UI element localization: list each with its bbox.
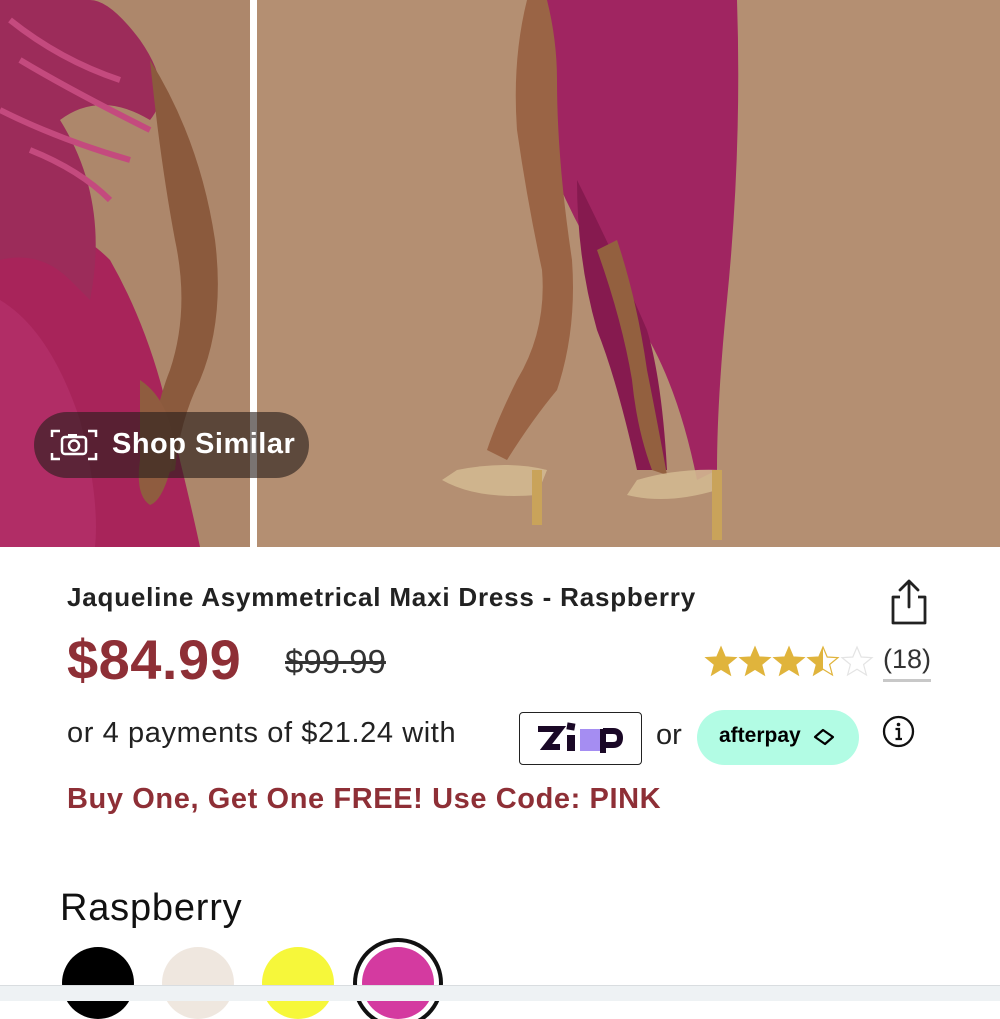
selected-color-label: Raspberry xyxy=(60,887,243,929)
product-image-gallery[interactable]: Shop Similar xyxy=(0,0,1000,547)
installment-text: or 4 payments of $21.24 with xyxy=(67,717,457,749)
share-icon[interactable] xyxy=(888,577,930,627)
sale-price: $84.99 xyxy=(67,628,242,691)
swatch-yellow[interactable] xyxy=(262,947,334,1019)
star-icon xyxy=(806,645,840,677)
info-icon[interactable] xyxy=(882,715,915,748)
swatch-raspberry[interactable] xyxy=(362,947,434,1019)
promo-text: Buy One, Get One FREE! Use Code: PINK xyxy=(67,783,662,815)
shop-similar-button[interactable]: Shop Similar xyxy=(34,412,309,478)
swatch-cream[interactable] xyxy=(162,947,234,1019)
afterpay-label: afterpay xyxy=(719,724,801,747)
camera-icon xyxy=(50,429,98,461)
swatch-black[interactable] xyxy=(62,947,134,1019)
star-icon xyxy=(738,645,772,677)
zip-wordmark-icon: zip xyxy=(538,722,624,753)
rating-stars[interactable] xyxy=(704,645,874,681)
or-text: or xyxy=(656,719,682,751)
review-count-link[interactable]: (18) xyxy=(883,644,932,682)
star-icon xyxy=(840,645,874,677)
product-title: Jaqueline Asymmetrical Maxi Dress - Rasp… xyxy=(67,582,696,612)
bottom-bar xyxy=(0,985,1000,1001)
product-image-2[interactable] xyxy=(257,0,1000,547)
zip-logo[interactable]: zip xyxy=(519,712,642,765)
star-icon xyxy=(704,645,738,677)
afterpay-arrows-icon xyxy=(813,728,835,746)
star-icon xyxy=(772,645,806,677)
original-price: $99.99 xyxy=(285,643,386,680)
afterpay-badge[interactable]: afterpay xyxy=(697,710,859,765)
shop-similar-label: Shop Similar xyxy=(112,428,296,460)
product-info: Jaqueline Asymmetrical Maxi Dress - Rasp… xyxy=(0,547,1000,1019)
